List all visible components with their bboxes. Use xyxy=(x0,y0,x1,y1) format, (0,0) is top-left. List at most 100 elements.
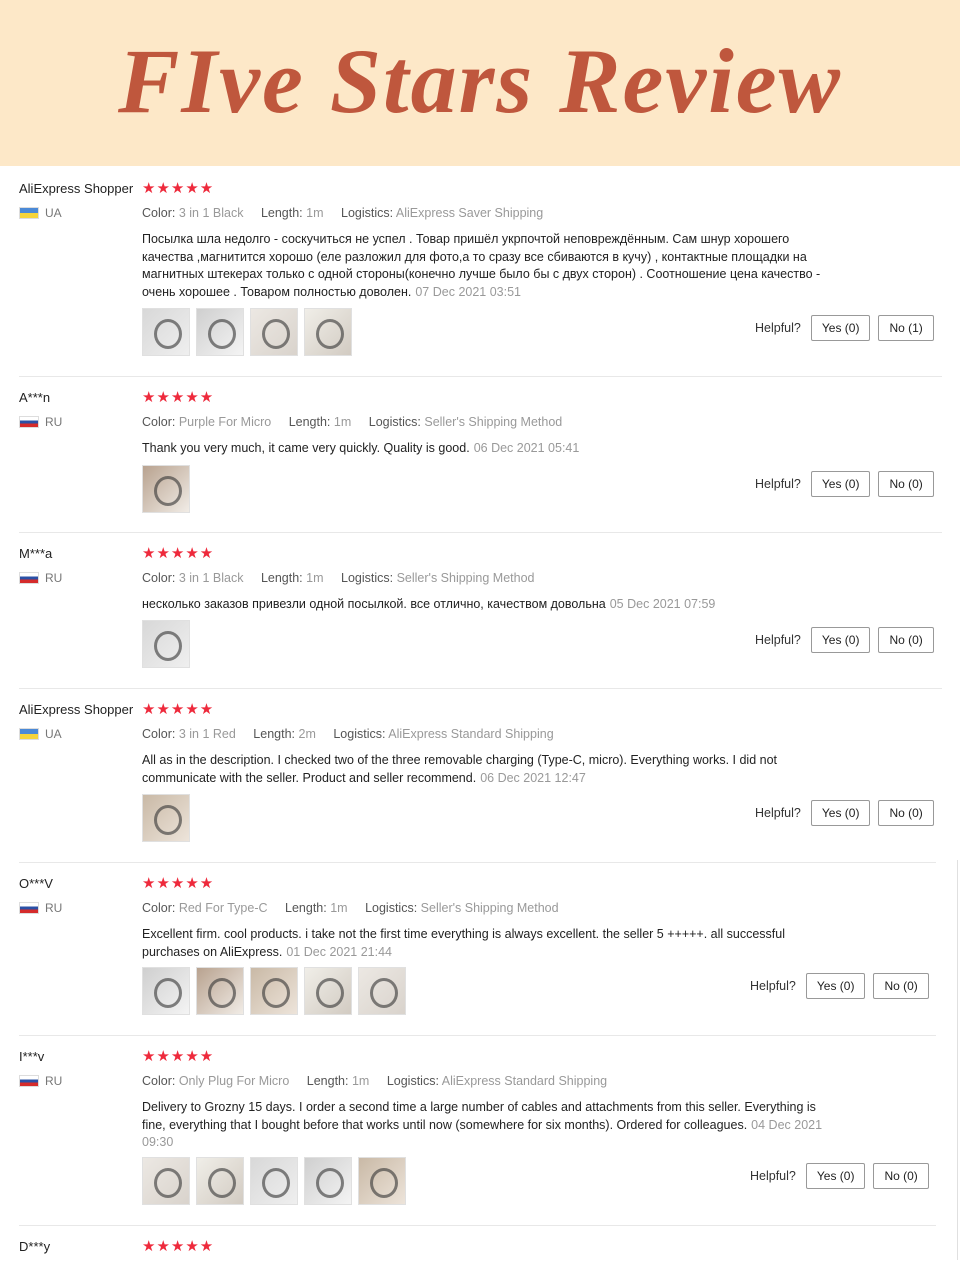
review-photos xyxy=(142,967,406,1015)
review-date: 06 Dec 2021 05:41 xyxy=(473,441,580,455)
helpful-vote: Helpful? Yes (0) No (1) xyxy=(755,315,934,341)
review-photo-thumbnail[interactable] xyxy=(142,1157,190,1205)
review-body: All as in the description. I checked two… xyxy=(142,753,778,785)
review-item: D***y ★★★★★ xyxy=(19,1239,942,1262)
reviewer-country: RU xyxy=(19,415,62,429)
review-photo-thumbnail[interactable] xyxy=(142,967,190,1015)
helpful-vote: Helpful? Yes (0) No (0) xyxy=(755,800,934,826)
helpful-label: Helpful? xyxy=(755,806,801,820)
review-date: 07 Dec 2021 03:51 xyxy=(415,284,521,299)
review-photo-thumbnail[interactable] xyxy=(196,308,244,356)
color-value: 3 in 1 Black xyxy=(178,571,244,585)
logistics-label: Logistics: xyxy=(386,1074,439,1088)
review-photo-thumbnail[interactable] xyxy=(304,308,352,356)
review-text: Delivery to Grozny 15 days. I order a se… xyxy=(142,1099,842,1152)
reviewer-name: I***v xyxy=(19,1049,45,1064)
review-photo-thumbnail[interactable] xyxy=(304,1157,352,1205)
review-photo-thumbnail[interactable] xyxy=(250,308,298,356)
color-value: Purple For Micro xyxy=(178,415,272,429)
helpful-label: Helpful? xyxy=(750,979,796,993)
ukraine-flag-icon xyxy=(19,207,39,219)
color-value: 3 in 1 Black xyxy=(178,206,244,220)
review-photo-thumbnail[interactable] xyxy=(304,967,352,1015)
helpful-yes-button[interactable]: Yes (0) xyxy=(805,1163,866,1189)
star-rating: ★★★★★ xyxy=(142,389,215,406)
review-item: M***a RU ★★★★★ Color: 3 in 1 Black Lengt… xyxy=(19,546,942,689)
helpful-no-button[interactable]: No (0) xyxy=(878,800,934,826)
helpful-no-button[interactable]: No (0) xyxy=(873,1163,929,1189)
country-code: UA xyxy=(45,727,62,741)
review-photo-thumbnail[interactable] xyxy=(250,967,298,1015)
helpful-yes-button[interactable]: Yes (0) xyxy=(810,800,871,826)
helpful-no-button[interactable]: No (1) xyxy=(878,315,934,341)
logistics-label: Logistics: xyxy=(365,901,418,915)
review-item: A***n RU ★★★★★ Color: Purple For Micro L… xyxy=(19,390,942,533)
review-text: Excellent firm. cool products. i take no… xyxy=(142,926,842,961)
star-rating: ★★★★★ xyxy=(142,875,215,892)
reviewer-country: UA xyxy=(19,206,62,220)
review-photo-thumbnail[interactable] xyxy=(196,1157,244,1205)
helpful-yes-button[interactable]: Yes (0) xyxy=(810,315,871,341)
review-date: 01 Dec 2021 21:44 xyxy=(286,944,392,959)
helpful-vote: Helpful? Yes (0) No (0) xyxy=(750,973,929,999)
color-label: Color: xyxy=(142,1074,176,1088)
review-photos xyxy=(142,465,190,513)
review-photo-thumbnail[interactable] xyxy=(142,465,190,513)
logistics-label: Logistics: xyxy=(341,571,394,585)
review-body: несколько заказов привезли одной посылко… xyxy=(142,597,606,611)
logistics-value: Seller's Shipping Method xyxy=(424,415,563,429)
helpful-yes-button[interactable]: Yes (0) xyxy=(805,973,866,999)
review-divider xyxy=(19,532,942,533)
color-value: Only Plug For Micro xyxy=(178,1074,290,1088)
star-rating: ★★★★★ xyxy=(142,1238,215,1255)
review-photo-thumbnail[interactable] xyxy=(250,1157,298,1205)
logistics-value: Seller's Shipping Method xyxy=(396,571,535,585)
review-photos xyxy=(142,1157,406,1205)
length-label: Length: xyxy=(285,901,327,915)
helpful-yes-button[interactable]: Yes (0) xyxy=(810,627,871,653)
product-meta: Color: Only Plug For Micro Length: 1m Lo… xyxy=(142,1074,621,1088)
review-divider xyxy=(19,1035,936,1036)
color-label: Color: xyxy=(142,727,176,741)
review-photo-thumbnail[interactable] xyxy=(196,967,244,1015)
helpful-no-button[interactable]: No (0) xyxy=(873,973,929,999)
star-rating: ★★★★★ xyxy=(142,180,215,197)
review-date: 06 Dec 2021 12:47 xyxy=(480,770,586,785)
review-photo-thumbnail[interactable] xyxy=(142,794,190,842)
review-photos xyxy=(142,308,352,356)
logistics-label: Logistics: xyxy=(333,727,386,741)
product-meta: Color: 3 in 1 Black Length: 1m Logistics… xyxy=(142,571,548,585)
review-photo-thumbnail[interactable] xyxy=(358,1157,406,1205)
length-value: 1m xyxy=(330,901,348,915)
length-value: 1m xyxy=(306,206,324,220)
reviewer-name: M***a xyxy=(19,546,53,561)
country-code: RU xyxy=(45,901,63,915)
star-rating: ★★★★★ xyxy=(142,1048,215,1065)
reviewer-country: RU xyxy=(19,1074,62,1088)
review-photos xyxy=(142,794,190,842)
review-item: AliExpress Shopper UA ★★★★★ Color: 3 in … xyxy=(19,181,942,377)
helpful-yes-button[interactable]: Yes (0) xyxy=(810,471,871,497)
review-photo-thumbnail[interactable] xyxy=(142,308,190,356)
russia-flag-icon xyxy=(19,572,39,584)
length-label: Length: xyxy=(260,571,303,585)
length-value: 1m xyxy=(306,571,324,585)
reviewer-name: AliExpress Shopper xyxy=(19,702,134,717)
reviewer-name: AliExpress Shopper xyxy=(19,181,134,196)
reviewer-name: A***n xyxy=(19,390,51,405)
color-value: Red For Type-C xyxy=(178,901,268,915)
review-text: несколько заказов привезли одной посылко… xyxy=(142,596,842,614)
logistics-value: Seller's Shipping Method xyxy=(420,901,559,915)
review-photo-thumbnail[interactable] xyxy=(142,620,190,668)
helpful-no-button[interactable]: No (0) xyxy=(878,627,934,653)
review-text: Посылка шла недолго - соскучиться не усп… xyxy=(142,231,842,301)
length-value: 1m xyxy=(351,1074,370,1088)
helpful-vote: Helpful? Yes (0) No (0) xyxy=(755,627,934,653)
russia-flag-icon xyxy=(19,416,39,428)
russia-flag-icon xyxy=(19,1075,39,1087)
country-code: UA xyxy=(45,206,62,220)
color-label: Color: xyxy=(142,901,176,915)
length-label: Length: xyxy=(306,1074,349,1088)
helpful-no-button[interactable]: No (0) xyxy=(878,471,934,497)
review-photo-thumbnail[interactable] xyxy=(358,967,406,1015)
